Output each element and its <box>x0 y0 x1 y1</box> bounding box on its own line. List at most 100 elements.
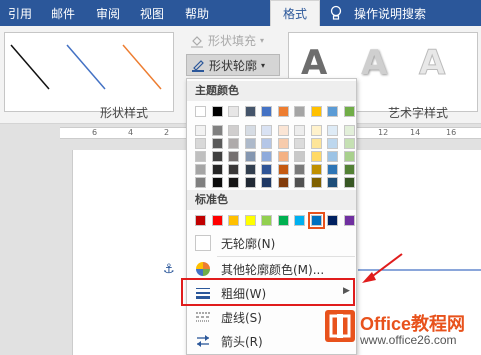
theme-shade-swatch[interactable] <box>244 138 256 149</box>
theme-shade-swatch[interactable] <box>294 138 305 149</box>
theme-shade-swatch[interactable] <box>228 177 239 188</box>
theme-shade-swatch[interactable] <box>294 177 305 188</box>
theme-shade-swatch[interactable] <box>310 177 322 188</box>
standard-color-swatch[interactable] <box>343 215 355 226</box>
standard-color-swatch[interactable] <box>211 215 223 226</box>
theme-shade-swatch[interactable] <box>343 164 355 175</box>
theme-shade-swatch[interactable] <box>294 164 305 175</box>
theme-color-swatch[interactable] <box>327 106 338 117</box>
shape-outline-button[interactable]: 形状轮廓 ▾ <box>186 54 280 76</box>
theme-color-swatch[interactable] <box>310 106 322 117</box>
theme-shade-swatch[interactable] <box>228 151 239 162</box>
theme-shade-swatch[interactable] <box>195 164 206 175</box>
theme-shade-swatch[interactable] <box>228 164 239 175</box>
lightbulb-icon <box>330 5 342 20</box>
shape-styles-group-label: 形状样式 <box>100 106 149 120</box>
theme-shade-swatch[interactable] <box>310 125 322 136</box>
theme-shade-swatch[interactable] <box>195 151 206 162</box>
theme-shade-swatch[interactable] <box>261 125 272 136</box>
tab-format[interactable]: 格式 <box>270 0 320 26</box>
line-style-orange[interactable] <box>122 44 162 90</box>
theme-shade-swatch[interactable] <box>343 151 355 162</box>
standard-color-swatch[interactable] <box>307 212 325 229</box>
theme-color-swatch[interactable] <box>261 106 272 117</box>
standard-color-swatch[interactable] <box>228 215 239 226</box>
theme-shade-swatch[interactable] <box>244 125 256 136</box>
dashes-label: 虚线(S) <box>221 311 262 325</box>
theme-shade-swatch[interactable] <box>277 177 289 188</box>
theme-shade-swatch[interactable] <box>261 151 272 162</box>
theme-shade-swatch[interactable] <box>195 125 206 136</box>
theme-shade-swatch[interactable] <box>327 164 338 175</box>
theme-shade-swatch[interactable] <box>310 151 322 162</box>
theme-shade-swatch[interactable] <box>261 138 272 149</box>
theme-shade-swatch[interactable] <box>211 177 223 188</box>
tell-me-search[interactable]: 操作说明搜索 <box>320 0 460 26</box>
theme-shade-swatch[interactable] <box>228 125 239 136</box>
tab-review[interactable]: 审阅 <box>86 0 130 26</box>
tab-help[interactable]: 帮助 <box>174 0 220 26</box>
standard-color-swatch[interactable] <box>277 215 289 226</box>
wordart-style-gray[interactable]: A <box>301 43 327 83</box>
chevron-down-icon: ▾ <box>261 60 266 70</box>
theme-shade-swatch[interactable] <box>261 177 272 188</box>
theme-shade-swatch[interactable] <box>244 164 256 175</box>
theme-color-swatch[interactable] <box>228 106 239 117</box>
theme-shade-swatch[interactable] <box>327 177 338 188</box>
theme-shade-swatch[interactable] <box>327 125 338 136</box>
dash-line-icon <box>196 312 210 322</box>
standard-color-swatch[interactable] <box>327 215 338 226</box>
theme-shade-swatch[interactable] <box>343 177 355 188</box>
theme-shade-swatch[interactable] <box>195 138 206 149</box>
shape-fill-label: 形状填充 <box>208 34 257 48</box>
ruler-number: 12 <box>378 128 389 137</box>
theme-shade-swatch[interactable] <box>211 164 223 175</box>
standard-color-swatch[interactable] <box>195 215 206 226</box>
line-style-black[interactable] <box>10 44 50 90</box>
theme-shade-swatch[interactable] <box>277 164 289 175</box>
tab-view[interactable]: 视图 <box>130 0 174 26</box>
theme-color-swatch[interactable] <box>294 106 305 117</box>
anchor-icon: ⚓ <box>163 262 175 277</box>
standard-color-swatch[interactable] <box>261 215 272 226</box>
tab-references[interactable]: 引用 <box>0 0 40 26</box>
standard-color-swatch[interactable] <box>294 215 305 226</box>
arrows-icon <box>197 335 209 347</box>
theme-color-swatch[interactable] <box>211 106 223 117</box>
line-style-blue[interactable] <box>66 44 106 90</box>
theme-shade-swatch[interactable] <box>228 138 239 149</box>
theme-shade-swatch[interactable] <box>211 125 223 136</box>
theme-color-swatch[interactable] <box>244 106 256 117</box>
theme-shade-swatch[interactable] <box>310 138 322 149</box>
theme-shade-swatch[interactable] <box>294 151 305 162</box>
theme-shade-swatch[interactable] <box>327 138 338 149</box>
theme-shade-swatch[interactable] <box>244 151 256 162</box>
theme-shade-swatch[interactable] <box>343 125 355 136</box>
theme-shade-swatch[interactable] <box>244 177 256 188</box>
theme-shade-swatch[interactable] <box>277 125 289 136</box>
theme-shade-swatch[interactable] <box>211 138 223 149</box>
theme-shade-swatch[interactable] <box>211 151 223 162</box>
no-outline-item[interactable]: 无轮廓(N) <box>187 231 356 255</box>
theme-shade-swatch[interactable] <box>327 151 338 162</box>
theme-shade-swatch[interactable] <box>277 138 289 149</box>
standard-colors-heading: 标准色 <box>187 190 356 210</box>
theme-shade-swatch[interactable] <box>261 164 272 175</box>
ruler-number: 16 <box>446 128 457 137</box>
theme-shade-swatch[interactable] <box>294 125 305 136</box>
theme-shade-swatch[interactable] <box>310 164 322 175</box>
theme-shade-swatch[interactable] <box>343 138 355 149</box>
standard-color-swatch[interactable] <box>244 215 256 226</box>
shape-fill-button[interactable]: 形状填充 ▾ <box>190 32 264 49</box>
theme-shade-swatch[interactable] <box>277 151 289 162</box>
theme-color-swatch[interactable] <box>195 106 206 117</box>
arrows-label: 箭头(R) <box>221 335 263 349</box>
theme-color-swatch[interactable] <box>343 106 355 117</box>
wordart-style-outline[interactable]: A <box>418 43 445 84</box>
theme-color-swatch[interactable] <box>277 106 289 117</box>
theme-shade-swatch[interactable] <box>195 177 206 188</box>
wordart-style-light[interactable]: A <box>361 43 387 83</box>
no-outline-label: 无轮廓(N) <box>221 237 276 251</box>
shape-styles-gallery[interactable] <box>4 32 174 112</box>
tab-mailings[interactable]: 邮件 <box>40 0 86 26</box>
